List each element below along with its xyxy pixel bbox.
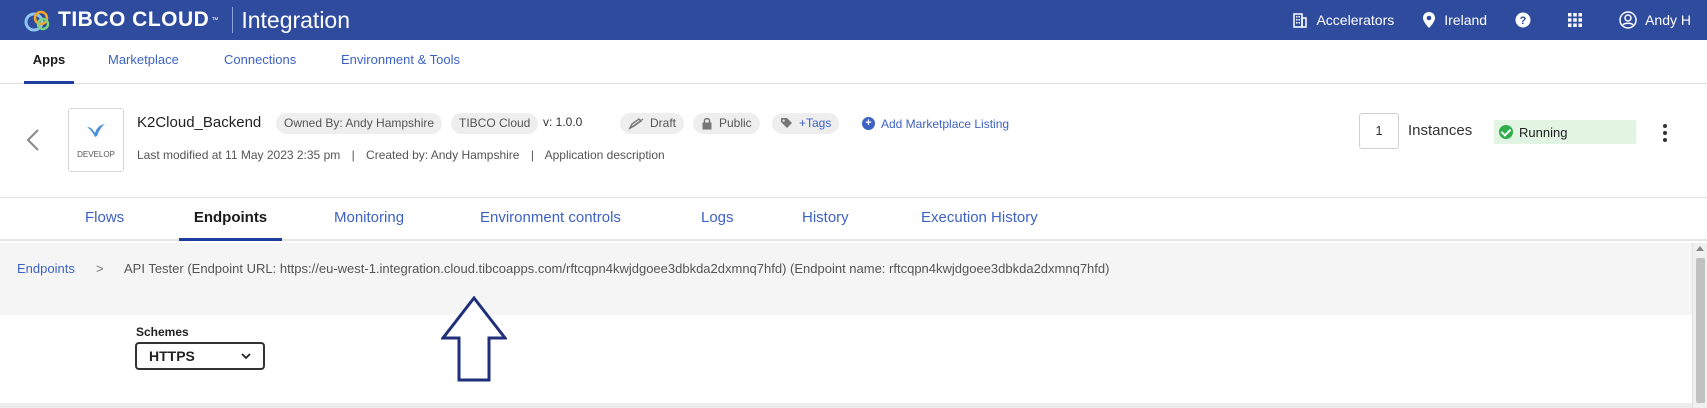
user-name: Andy H bbox=[1645, 12, 1691, 28]
more-options-icon[interactable] bbox=[1663, 124, 1669, 145]
visibility-pill[interactable]: Public bbox=[693, 113, 760, 134]
instances-input[interactable]: 1 bbox=[1359, 113, 1399, 149]
nav-tab-connections[interactable]: Connections bbox=[224, 40, 296, 84]
app-version: v: 1.0.0 bbox=[543, 115, 583, 129]
scroll-up-icon[interactable] bbox=[1696, 246, 1704, 251]
chevron-right-icon: > bbox=[96, 261, 104, 276]
draft-edit-icon bbox=[628, 117, 644, 130]
app-switcher-button[interactable] bbox=[1567, 12, 1591, 28]
tab-flows[interactable]: Flows bbox=[85, 198, 124, 241]
draft-pill[interactable]: Draft bbox=[620, 113, 685, 134]
stage-label: DEVELOP bbox=[77, 150, 115, 159]
add-marketplace-listing-button[interactable]: + Add Marketplace Listing bbox=[862, 113, 1009, 134]
chevron-down-icon bbox=[241, 352, 251, 359]
scroll-thumb[interactable] bbox=[1696, 258, 1705, 403]
check-circle-icon bbox=[1499, 125, 1513, 139]
tags-label: +Tags bbox=[799, 116, 832, 130]
product-name: Integration bbox=[241, 6, 351, 33]
help-button[interactable]: ? bbox=[1515, 12, 1539, 28]
app-stage-badge: DEVELOP bbox=[68, 108, 124, 172]
tab-execution-history[interactable]: Execution History bbox=[921, 198, 1038, 241]
schemes-selected-value: HTTPS bbox=[149, 348, 195, 364]
tibco-cloud-icon bbox=[24, 10, 50, 32]
meta-separator: | bbox=[351, 148, 355, 162]
visibility-label: Public bbox=[719, 116, 752, 130]
help-icon: ? bbox=[1515, 12, 1531, 28]
breadcrumb-endpoints-link[interactable]: Endpoints bbox=[17, 261, 75, 276]
nav-tab-apps[interactable]: Apps bbox=[24, 40, 74, 84]
plus-circle-icon: + bbox=[862, 117, 875, 130]
nav-tab-environment-tools[interactable]: Environment & Tools bbox=[341, 40, 460, 84]
app-name: K2Cloud_Backend bbox=[137, 114, 262, 131]
nav-tab-marketplace[interactable]: Marketplace bbox=[108, 40, 179, 84]
brand-name: TIBCO CLOUD bbox=[58, 8, 210, 31]
tab-history[interactable]: History bbox=[802, 198, 849, 241]
top-bar: TIBCO CLOUD ™ Integration Accelerators I… bbox=[0, 0, 1707, 40]
instances-label: Instances bbox=[1408, 122, 1473, 139]
bottom-divider bbox=[0, 403, 1692, 408]
back-chevron-icon[interactable] bbox=[26, 128, 40, 152]
accelerators-label: Accelerators bbox=[1316, 12, 1395, 28]
status-badge: Running bbox=[1494, 120, 1636, 144]
tibco-logo[interactable]: TIBCO CLOUD ™ bbox=[24, 8, 218, 32]
header-divider bbox=[232, 7, 234, 33]
app-subtabs: Flows Endpoints Monitoring Environment c… bbox=[0, 198, 1707, 241]
tab-endpoints[interactable]: Endpoints bbox=[179, 198, 282, 241]
building-icon bbox=[1293, 13, 1308, 28]
schemes-select[interactable]: HTTPS bbox=[135, 342, 265, 370]
created-by: Created by: Andy Hampshire bbox=[366, 148, 520, 162]
vertical-scrollbar[interactable] bbox=[1692, 243, 1707, 408]
api-tester-panel: Schemes HTTPS bbox=[0, 315, 1692, 403]
grid-icon bbox=[1568, 13, 1583, 27]
main-nav: Apps Marketplace Connections Environment… bbox=[0, 40, 1707, 84]
lock-icon bbox=[702, 117, 712, 130]
meta-separator: | bbox=[530, 148, 534, 162]
schemes-label: Schemes bbox=[136, 325, 189, 339]
tag-icon bbox=[781, 118, 792, 128]
status-label: Running bbox=[1519, 124, 1568, 140]
trademark: ™ bbox=[211, 16, 219, 24]
region-selector[interactable]: Ireland bbox=[1422, 11, 1487, 29]
app-header: DEVELOP K2Cloud_Backend Owned By: Andy H… bbox=[0, 84, 1707, 198]
platform-text: TIBCO Cloud bbox=[459, 116, 531, 130]
app-meta: Last modified at 11 May 2023 2:35 pm | C… bbox=[137, 148, 665, 162]
user-menu[interactable]: Andy H bbox=[1619, 11, 1691, 29]
bird-icon bbox=[87, 124, 105, 137]
owner-text: Owned By: Andy Hampshire bbox=[284, 116, 435, 130]
up-arrow-annotation bbox=[441, 296, 507, 382]
tab-logs[interactable]: Logs bbox=[701, 198, 734, 241]
accelerators-button[interactable]: Accelerators bbox=[1292, 12, 1394, 28]
svg-text:?: ? bbox=[1520, 15, 1527, 27]
breadcrumb-current: API Tester (Endpoint URL: https://eu-wes… bbox=[124, 261, 1110, 276]
tab-monitoring[interactable]: Monitoring bbox=[334, 198, 404, 241]
add-listing-label: Add Marketplace Listing bbox=[881, 116, 1010, 131]
owner-pill: Owned By: Andy Hampshire bbox=[276, 113, 443, 134]
breadcrumb: Endpoints > API Tester (Endpoint URL: ht… bbox=[0, 243, 1692, 315]
tags-pill[interactable]: +Tags bbox=[772, 113, 840, 134]
last-modified: Last modified at 11 May 2023 2:35 pm bbox=[137, 148, 341, 162]
region-label: Ireland bbox=[1444, 12, 1488, 28]
platform-pill: TIBCO Cloud bbox=[451, 113, 539, 134]
app-description-link[interactable]: Application description bbox=[545, 148, 665, 162]
location-pin-icon bbox=[1423, 12, 1436, 28]
tab-environment-controls[interactable]: Environment controls bbox=[480, 198, 621, 241]
user-avatar-icon bbox=[1619, 11, 1637, 29]
draft-label: Draft bbox=[650, 116, 677, 130]
